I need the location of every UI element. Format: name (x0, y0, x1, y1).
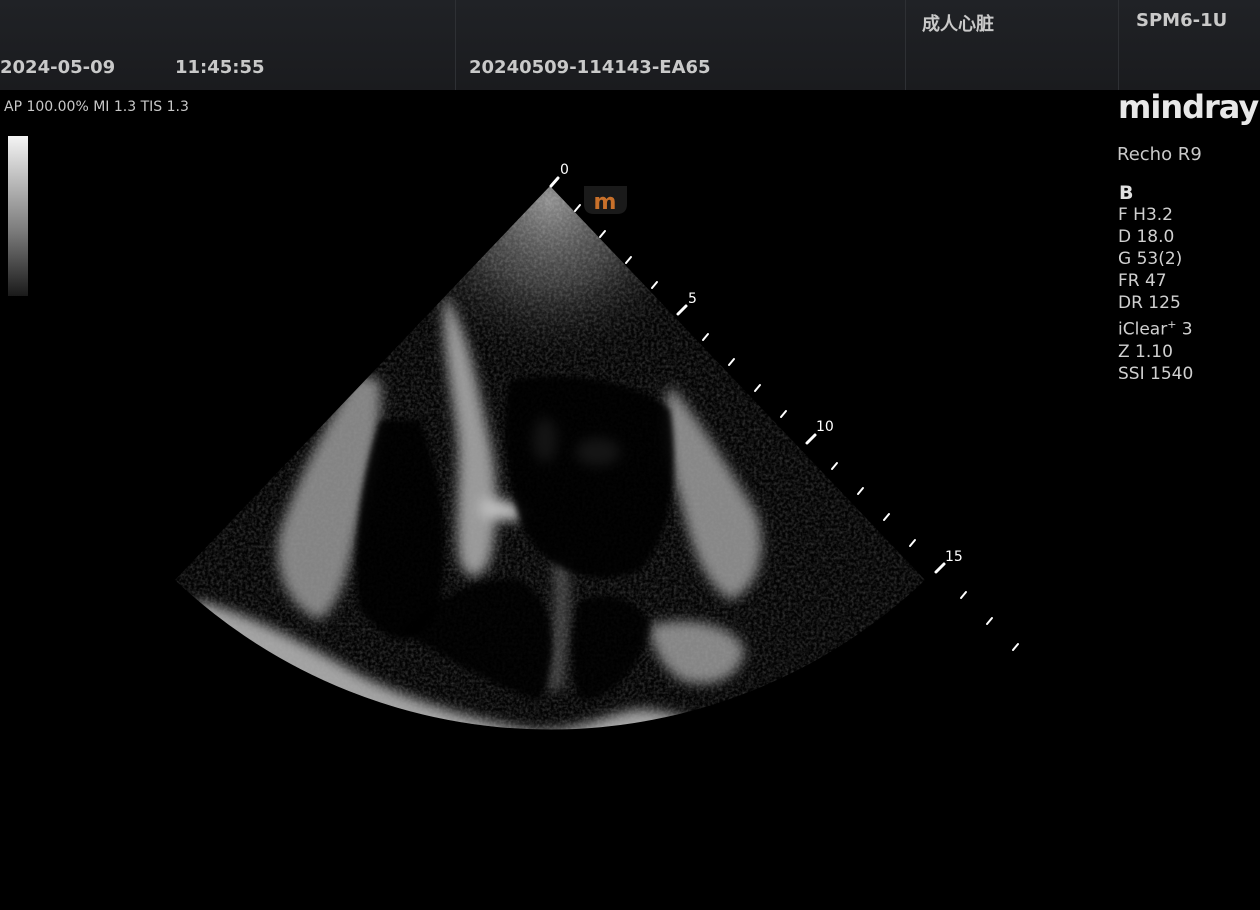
patient-id[interactable]: 20240509-114143-EA65 (469, 57, 711, 78)
depth-label-15: 15 (945, 549, 963, 565)
param-frequency: F H3.2 (1118, 205, 1174, 225)
imaging-parameters: F H3.2 D 18.0 G 53(2) FR 47 DR 125 iClea… (1118, 204, 1193, 385)
orientation-marker-icon: m (584, 186, 627, 215)
exam-preset[interactable]: 成人心脏 (922, 10, 994, 36)
param-dynamic-range: DR 125 (1118, 293, 1181, 313)
param-depth: D 18.0 (1118, 227, 1175, 247)
param-iclear: iClear+ 3 (1118, 314, 1193, 341)
depth-label-10: 10 (816, 419, 834, 435)
sector-image (175, 186, 925, 730)
grayscale-bar (8, 136, 28, 296)
param-ssi: SSI 1540 (1118, 363, 1194, 384)
header-bar: 2024-05-09 11:45:55 20240509-114143-EA65… (0, 0, 1260, 90)
ultrasound-screen: 0 5 10 15 m 2024-05-09 11:45:55 20240509… (0, 0, 1260, 910)
param-iclear-name: iClear (1118, 319, 1168, 340)
exam-time: 11:45:55 (175, 57, 265, 78)
probe-name[interactable]: SPM6-1U (1136, 10, 1227, 31)
acoustic-power-info: AP 100.00% MI 1.3 TIS 1.3 (4, 99, 189, 115)
orientation-marker-letter: m (594, 190, 617, 215)
param-zoom: Z 1.10 (1118, 341, 1173, 362)
depth-label-5: 5 (688, 291, 697, 307)
imaging-mode: B (1119, 182, 1134, 204)
ultrasound-image: 0 5 10 15 m (175, 162, 1019, 730)
brand-logo: mindray (1118, 88, 1259, 126)
depth-label-0: 0 (560, 162, 569, 178)
header-divider (455, 0, 456, 90)
param-gain: G 53(2) (1118, 249, 1183, 269)
param-iclear-value: 3 (1176, 319, 1193, 340)
header-divider (1118, 0, 1119, 90)
header-divider (905, 0, 906, 90)
exam-date: 2024-05-09 (0, 57, 116, 78)
device-model: Recho R9 (1117, 144, 1202, 165)
param-frame-rate: FR 47 (1118, 271, 1167, 291)
